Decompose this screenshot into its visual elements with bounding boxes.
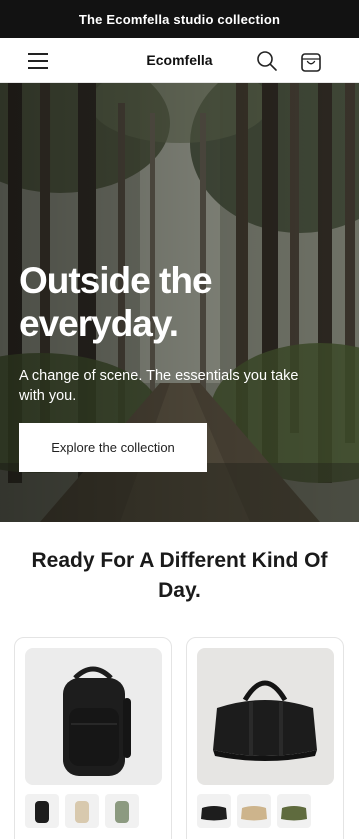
featured-section-title: Ready For A Different Kind Of Day. [31, 549, 328, 602]
swatch-black[interactable] [197, 794, 231, 828]
explore-collection-button[interactable]: Explore the collection [19, 423, 207, 472]
product-card[interactable] [14, 637, 172, 839]
announcement-bar: The Ecomfella studio collection [0, 0, 359, 38]
swatch-olive[interactable] [277, 794, 311, 828]
product-card[interactable] [186, 637, 344, 839]
swatch-sage-green[interactable] [105, 794, 139, 828]
cart-icon[interactable] [298, 48, 324, 74]
color-swatches [197, 794, 311, 828]
swatch-tan[interactable] [237, 794, 271, 828]
swatch-black[interactable] [25, 794, 59, 828]
hamburger-menu-icon[interactable] [28, 52, 48, 69]
site-header: Ecomfella [0, 38, 359, 83]
hero-banner: Outside the everyday. A change of scene.… [0, 83, 359, 522]
hero-title: Outside the everyday. [19, 260, 213, 344]
hero-subtitle: A change of scene. The essentials you ta… [19, 368, 299, 404]
color-swatches [25, 794, 139, 828]
announcement-text: The Ecomfella studio collection [78, 11, 281, 27]
duffel-bag-image[interactable] [197, 648, 334, 785]
search-icon[interactable] [255, 49, 279, 73]
backpack-image[interactable] [25, 648, 162, 785]
swatch-beige[interactable] [65, 794, 99, 828]
